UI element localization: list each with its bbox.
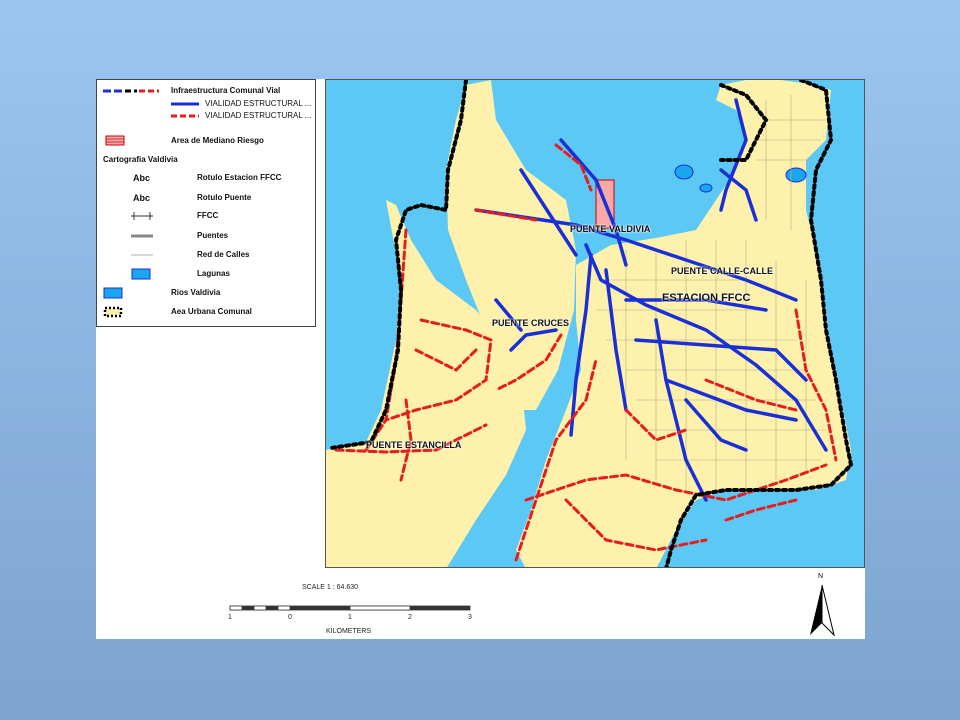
- laguna-2: [785, 167, 807, 183]
- map-legend: Infraestructura Comunal Vial VIALIDAD ES…: [96, 79, 316, 327]
- legend-carto-row: Cartografia Valdivia: [101, 154, 311, 166]
- legend-riesgo-symbol: [105, 135, 125, 146]
- legend-rios-label: Rios Valdivia: [171, 288, 221, 297]
- legend-blue-row: VIALIDAD ESTRUCTURAL ...: [101, 98, 311, 110]
- scale-graphic: [229, 605, 471, 611]
- legend-calles-row: Red de Calles: [101, 249, 311, 261]
- label-puente-valdivia: PUENTE VALDIVIA: [570, 224, 651, 234]
- legend-infra-symbol: [103, 89, 159, 93]
- legend-rotulo-ffcc-row: Abc Rotulo Estacion FFCC: [101, 172, 311, 184]
- legend-urbana-symbol: [103, 306, 123, 318]
- scale-text: SCALE 1 : 64.630: [302, 584, 359, 591]
- label-puente-cruces: PUENTE CRUCES: [492, 318, 570, 328]
- legend-puentes-row: Puentes: [101, 230, 311, 242]
- legend-riesgo-label: Area de Mediano Riesgo: [171, 136, 264, 145]
- laguna-1: [674, 164, 694, 180]
- legend-urbana-label: Aea Urbana Comunal: [171, 307, 252, 316]
- legend-rotulo-puente-row: Abc Rotulo Puente: [101, 192, 311, 204]
- scale-tick-1: 1: [348, 614, 352, 621]
- legend-puentes-label: Puentes: [197, 231, 229, 240]
- label-puente-estancilla: PUENTE ESTANCILLA: [366, 440, 462, 450]
- legend-ffcc-symbol: [131, 212, 153, 220]
- north-arrow-icon: [810, 584, 835, 637]
- legend-ffcc-label: FFCC: [197, 211, 219, 220]
- legend-carto-title: Cartografia Valdivia: [103, 155, 178, 164]
- legend-rios-row: Rios Valdivia: [101, 287, 311, 299]
- legend-vialidad-red-label: VIALIDAD ESTRUCTURAL ...: [205, 111, 312, 120]
- laguna-3: [699, 183, 713, 193]
- legend-infra-title: Infraestructura Comunal Vial: [171, 86, 281, 95]
- label-estacion-ffcc: ESTACION FFCC: [662, 292, 751, 304]
- legend-red-road-symbol: [171, 114, 199, 118]
- legend-calles-symbol: [131, 254, 153, 256]
- label-puente-calle-calle: PUENTE CALLE-CALLE: [671, 266, 773, 276]
- scale-units: KILOMETERS: [326, 628, 372, 635]
- legend-calles-label: Red de Calles: [197, 250, 250, 259]
- map-canvas: [326, 80, 854, 567]
- north-arrow: N: [808, 573, 848, 639]
- legend-urbana-row: Aea Urbana Comunal: [101, 306, 311, 318]
- legend-red-row: VIALIDAD ESTRUCTURAL ...: [101, 110, 311, 122]
- scale-tick-left: 1: [228, 614, 232, 621]
- legend-rotulo-puente-label: Rotulo Puente: [197, 193, 252, 202]
- scale-tick-zero: 0: [288, 614, 292, 621]
- map-frame[interactable]: PUENTE VALDIVIA PUENTE CALLE-CALLE ESTAC…: [325, 79, 865, 568]
- legend-blue-road-symbol: [171, 102, 199, 106]
- legend-abc-puente: Abc: [133, 193, 151, 203]
- legend-rios-symbol: [103, 287, 123, 299]
- north-label: N: [818, 573, 824, 580]
- scale-tick-3: 3: [468, 614, 472, 621]
- legend-abc-ffcc: Abc: [133, 173, 151, 183]
- legend-lagunas-label: Lagunas: [197, 269, 230, 278]
- legend-infra-row: Infraestructura Comunal Vial: [101, 85, 311, 97]
- legend-lagunas-row: Lagunas: [101, 268, 311, 280]
- scale-tick-2: 2: [408, 614, 412, 621]
- scale-bar: SCALE 1 : 64.630 1 0 1 2 3 KILOMETERS: [226, 584, 486, 644]
- map-sheet: Infraestructura Comunal Vial VIALIDAD ES…: [96, 79, 865, 639]
- legend-vialidad-blue-label: VIALIDAD ESTRUCTURAL ...: [205, 99, 312, 108]
- legend-puentes-symbol: [131, 234, 153, 238]
- legend-lagunas-symbol: [131, 268, 151, 280]
- legend-rotulo-ffcc-label: Rotulo Estacion FFCC: [197, 173, 282, 182]
- legend-riesgo-row: Area de Mediano Riesgo: [101, 135, 311, 147]
- legend-ffcc-row: FFCC: [101, 210, 311, 222]
